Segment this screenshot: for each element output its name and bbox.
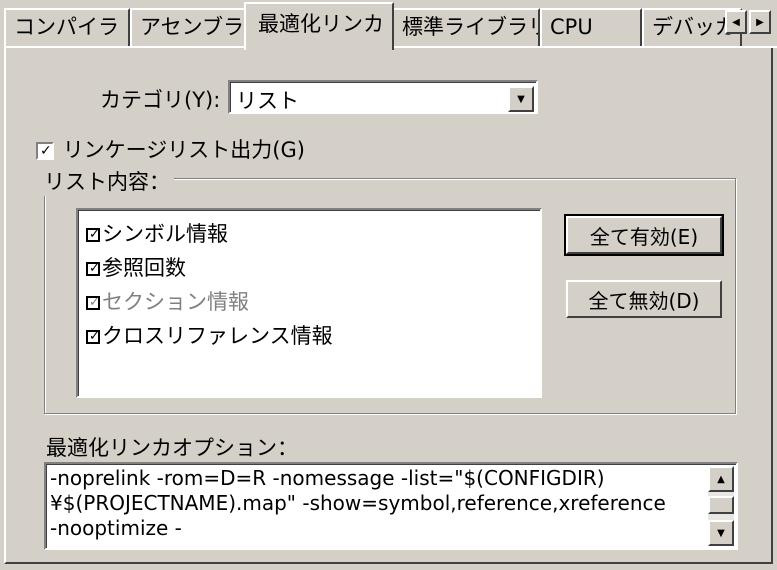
linker-options-textarea[interactable]: -noprelink -rom=D=R -nomessage -list="$(…: [44, 462, 738, 550]
arrow-right-icon: ▶: [756, 16, 764, 28]
enable-all-button[interactable]: 全て有効(E): [564, 214, 724, 256]
chevron-down-icon: ▼: [717, 527, 725, 539]
tab-assembler[interactable]: アセンブラ: [130, 8, 246, 46]
tab-cpu[interactable]: CPU: [540, 8, 642, 46]
checkbox-icon: ✓: [86, 330, 100, 344]
list-contents-listbox[interactable]: ✓ シンボル情報 ✓ 参照回数 ✓ セクション情報 ✓ クロスリファレンス情報: [76, 208, 542, 398]
list-item-label: クロスリファレンス情報: [102, 324, 333, 348]
checkbox-icon: ✓: [86, 228, 100, 242]
scroll-up-button[interactable]: ▲: [708, 466, 734, 492]
list-contents-title: リスト内容：: [44, 166, 174, 196]
linker-options-text: -noprelink -rom=D=R -nomessage -list="$(…: [50, 466, 666, 540]
checkbox-icon: ✓: [36, 142, 54, 160]
tab-scroll-left-button[interactable]: ◀: [725, 10, 747, 34]
list-item-reference-count[interactable]: ✓ 参照回数: [86, 252, 186, 282]
list-item-label: セクション情報: [102, 290, 249, 314]
checkbox-icon: ✓: [86, 296, 100, 310]
list-item-section-info: ✓ セクション情報: [86, 286, 249, 316]
tab-compiler[interactable]: コンパイラ: [4, 8, 130, 46]
chevron-up-icon: ▲: [717, 473, 725, 485]
tab-standard-library[interactable]: 標準ライブラリ: [392, 8, 540, 46]
category-select[interactable]: リスト ▼: [228, 80, 538, 114]
category-label: カテゴリ(Y):: [100, 88, 221, 112]
list-item-label: 参照回数: [102, 256, 186, 280]
list-item-cross-reference-info[interactable]: ✓ クロスリファレンス情報: [86, 320, 333, 350]
category-value: リスト: [236, 89, 299, 113]
list-item-symbol-info[interactable]: ✓ シンボル情報: [86, 218, 228, 248]
disable-all-button[interactable]: 全て無効(D): [566, 280, 722, 318]
category-dropdown-button[interactable]: ▼: [508, 86, 534, 112]
linkage-list-checkbox[interactable]: ✓ リンケージリスト出力(G): [36, 134, 305, 164]
options-scrollbar[interactable]: ▲ ▼: [708, 466, 734, 546]
tab-scroll-right-button[interactable]: ▶: [749, 10, 771, 34]
linkage-list-label: リンケージリスト出力(G): [62, 138, 305, 162]
linker-options-label: 最適化リンカオプション：: [46, 436, 298, 460]
scroll-down-button[interactable]: ▼: [708, 520, 734, 546]
scroll-thumb[interactable]: [708, 496, 734, 514]
chevron-down-icon: ▼: [517, 93, 525, 105]
checkbox-icon: ✓: [86, 262, 100, 276]
list-item-label: シンボル情報: [102, 222, 228, 246]
arrow-left-icon: ◀: [732, 16, 740, 28]
tab-optimizing-linker[interactable]: 最適化リンカ: [244, 2, 394, 50]
